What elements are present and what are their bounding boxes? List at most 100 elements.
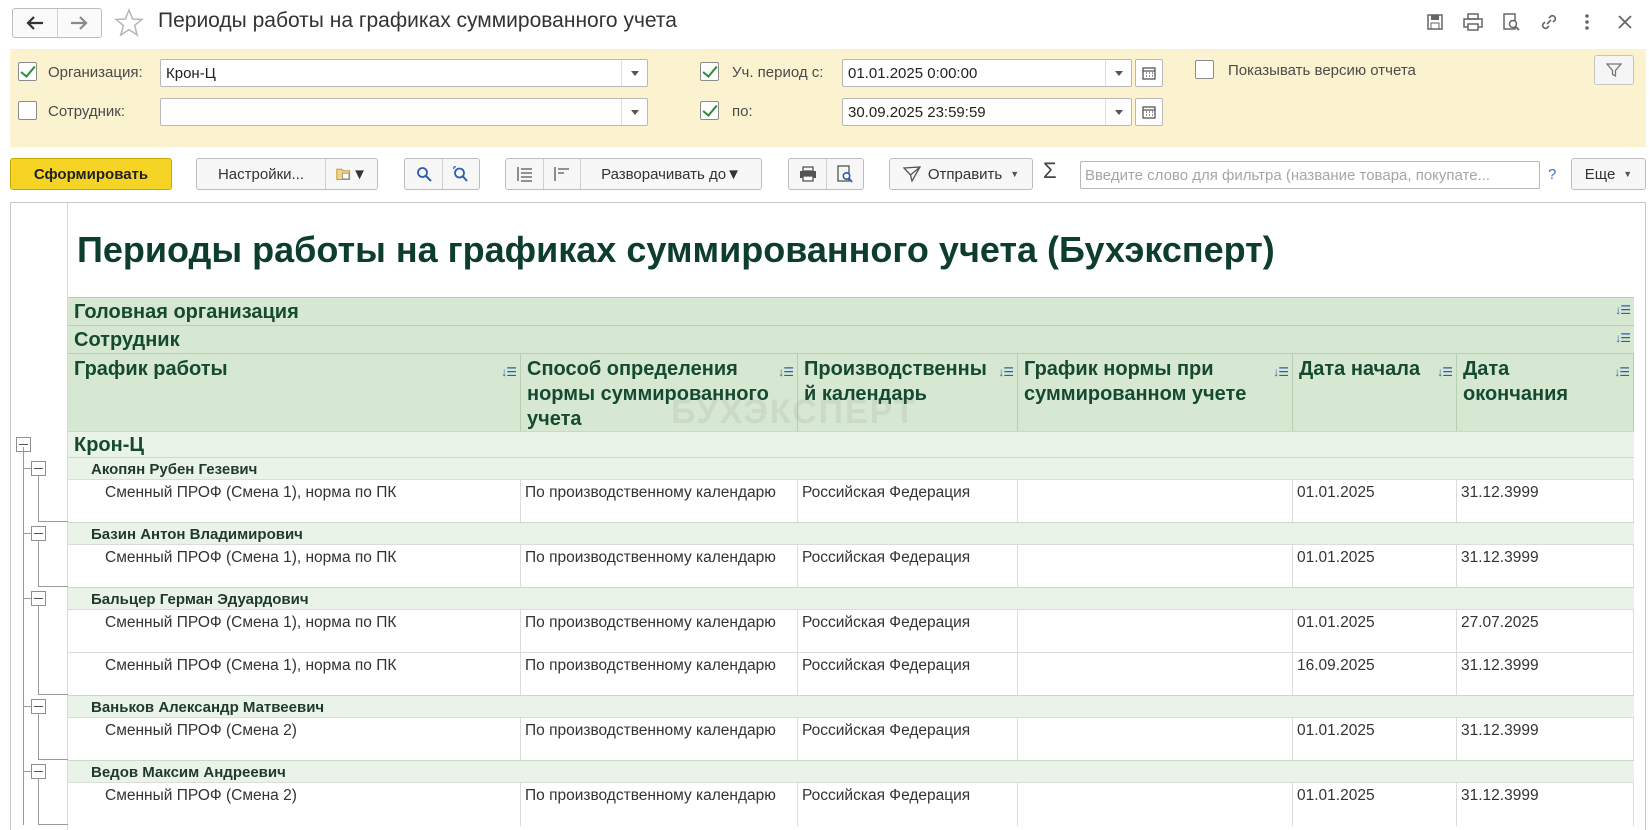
forward-button[interactable] — [56, 9, 102, 37]
collapse-toggle-employee[interactable] — [31, 699, 46, 714]
chevron-down-icon — [630, 109, 639, 115]
table-cell-norm-schedule — [1018, 545, 1293, 588]
column-header-norm-schedule: График нормы при суммированном учете ↓☰ — [1018, 353, 1293, 431]
sort-icon[interactable]: ↓☰ — [1615, 331, 1631, 345]
tree-line — [38, 606, 39, 695]
table-row[interactable]: Сменный ПРОФ (Смена 1), норма по ПК По пр… — [68, 544, 1634, 588]
send-button[interactable]: Отправить ▼ — [889, 158, 1033, 190]
variants-button[interactable]: ▼ — [325, 159, 377, 189]
table-row[interactable]: Сменный ПРОФ (Смена 2) По производственно… — [68, 782, 1634, 826]
save-icon[interactable] — [1423, 10, 1447, 34]
expand-all-button[interactable] — [506, 159, 543, 189]
settings-button[interactable]: Настройки... — [197, 159, 325, 189]
collapse-toggle-employee[interactable] — [31, 461, 46, 476]
print-button[interactable] — [789, 159, 826, 189]
collapse-toggle-employee[interactable] — [31, 526, 46, 541]
preview-icon[interactable] — [1499, 10, 1523, 34]
sort-icon[interactable]: ↓☰ — [1273, 360, 1289, 385]
calendar-icon — [1142, 106, 1156, 119]
employee-field[interactable] — [160, 98, 648, 126]
period-to-dropdown-button[interactable] — [1105, 99, 1131, 125]
print-button-group — [788, 158, 864, 190]
period-from-dropdown-button[interactable] — [1105, 60, 1131, 86]
employee-group-row: Бальцер Герман Эдуардович — [68, 587, 1634, 609]
table-cell-norm-schedule — [1018, 610, 1293, 653]
link-icon[interactable] — [1537, 10, 1561, 34]
tree-branch — [38, 694, 68, 695]
employee-checkbox[interactable] — [18, 101, 37, 120]
sort-icon[interactable]: ↓☰ — [1437, 360, 1453, 385]
employee-dropdown-button[interactable] — [621, 99, 647, 125]
organization-field[interactable]: Крон-Ц — [160, 59, 648, 87]
tree-branch — [38, 586, 68, 587]
expand-to-dropdown[interactable]: Разворачивать до ▼ — [580, 159, 761, 189]
arrow-right-icon — [71, 16, 88, 30]
table-cell-calendar: Российская Федерация — [798, 610, 1018, 653]
expand-to-label: Разворачивать до — [601, 165, 727, 183]
sort-icon[interactable]: ↓☰ — [778, 360, 794, 385]
chevron-down-icon — [1114, 70, 1123, 76]
employee-group-row: Ведов Максим Андреевич — [68, 760, 1634, 782]
organization-checkbox[interactable] — [18, 62, 37, 81]
table-cell-start: 01.01.2025 — [1293, 610, 1457, 653]
organization-dropdown-button[interactable] — [621, 60, 647, 86]
sort-icon[interactable]: ↓☰ — [998, 360, 1014, 385]
sort-icon[interactable]: ↓☰ — [1615, 303, 1631, 317]
table-cell-norm-schedule — [1018, 653, 1293, 696]
more-vertical-icon[interactable] — [1575, 10, 1599, 34]
show-version-checkbox[interactable] — [1195, 60, 1214, 79]
table-cell-end: 27.07.2025 — [1457, 610, 1634, 653]
table-row[interactable]: Сменный ПРОФ (Смена 2) По производственно… — [68, 717, 1634, 761]
report-spreadsheet: Периоды работы на графиках суммированног… — [10, 202, 1646, 830]
search-next-icon — [453, 166, 468, 182]
table-cell-calendar: Российская Федерация — [798, 783, 1018, 826]
chevron-down-icon — [630, 70, 639, 76]
table-cell-calendar: Российская Федерация — [798, 718, 1018, 761]
more-button[interactable]: Еще ▼ — [1571, 158, 1646, 190]
table-row[interactable]: Сменный ПРОФ (Смена 1), норма по ПК По пр… — [68, 479, 1634, 523]
table-cell-calendar: Российская Федерация — [798, 545, 1018, 588]
period-to-checkbox[interactable] — [700, 101, 719, 120]
send-label: Отправить — [927, 165, 1003, 183]
table-cell-start: 01.01.2025 — [1293, 783, 1457, 826]
period-from-checkbox[interactable] — [700, 62, 719, 81]
employee-label: Сотрудник: — [48, 103, 126, 120]
collapse-toggle-employee[interactable] — [31, 591, 46, 606]
back-button[interactable] — [13, 9, 57, 37]
tree-branch — [38, 521, 68, 522]
collapse-all-button[interactable] — [543, 159, 580, 189]
find-next-button[interactable] — [442, 159, 479, 189]
tree-line — [38, 714, 39, 760]
close-icon[interactable] — [1613, 10, 1637, 34]
search-input[interactable] — [1081, 162, 1539, 188]
chevron-down-icon — [1114, 109, 1123, 115]
find-button[interactable] — [405, 159, 442, 189]
column-header-end-date: Дата окончания ↓☰ — [1457, 353, 1634, 431]
help-link[interactable]: ? — [1548, 166, 1556, 183]
table-cell-schedule: Сменный ПРОФ (Смена 1), норма по ПК — [68, 480, 521, 523]
generate-button[interactable]: Сформировать — [10, 158, 172, 190]
period-to-field[interactable]: 30.09.2025 23:59:59 — [842, 98, 1132, 126]
parameters-filter-button[interactable] — [1594, 55, 1634, 85]
settings-button-group: Настройки... ▼ — [196, 158, 378, 190]
sort-icon[interactable]: ↓☰ — [1614, 360, 1630, 385]
period-from-field[interactable]: 01.01.2025 0:00:00 — [842, 59, 1132, 87]
report-title: Периоды работы на графиках суммированног… — [77, 229, 1275, 270]
show-version-label: Показывать версию отчета — [1228, 62, 1416, 79]
table-row[interactable]: Сменный ПРОФ (Смена 1), норма по ПК По пр… — [68, 609, 1634, 653]
collapse-toggle-employee[interactable] — [31, 764, 46, 779]
print-icon[interactable] — [1461, 10, 1485, 34]
table-cell-end: 31.12.3999 — [1457, 783, 1634, 826]
table-row[interactable]: Сменный ПРОФ (Смена 1), норма по ПК По пр… — [68, 652, 1634, 696]
collapse-rows-icon — [554, 167, 569, 181]
search-button-group — [404, 158, 480, 190]
print-preview-button[interactable] — [826, 159, 863, 189]
tree-line — [38, 541, 39, 587]
favorite-star-button[interactable] — [113, 7, 146, 38]
sort-icon[interactable]: ↓☰ — [501, 360, 517, 385]
sum-sigma-icon[interactable]: Σ — [1043, 158, 1057, 184]
tree-branch — [23, 598, 31, 599]
report-filter-search[interactable] — [1080, 161, 1540, 189]
period-from-calendar-button[interactable] — [1135, 59, 1163, 87]
period-to-calendar-button[interactable] — [1135, 98, 1163, 126]
